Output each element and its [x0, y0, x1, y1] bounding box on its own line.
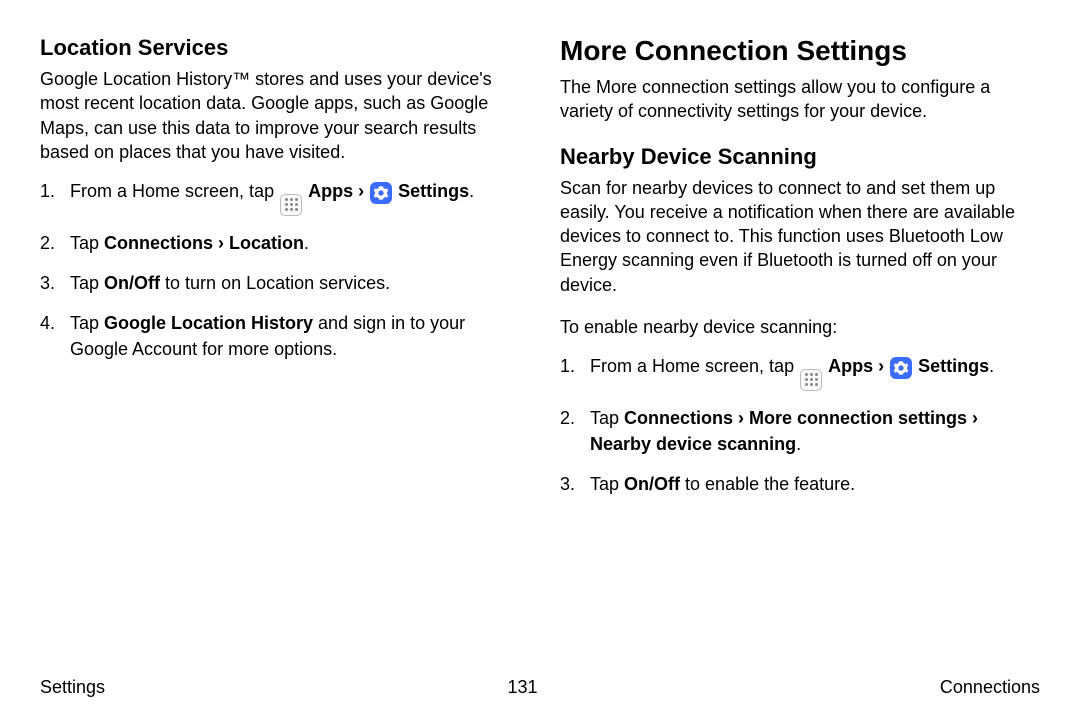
nearby-scanning-steps: From a Home screen, tap Apps › Settings.…	[560, 353, 1040, 497]
left-column: Location Services Google Location Histor…	[40, 35, 520, 511]
text: .	[469, 181, 474, 201]
location-services-intro: Google Location History™ stores and uses…	[40, 67, 520, 164]
apps-icon	[800, 369, 822, 391]
bold-onoff: On/Off	[624, 474, 680, 494]
bold-path: Connections › More connection settings ›…	[590, 408, 978, 454]
text: .	[796, 434, 801, 454]
page-footer: Settings 131 Connections	[40, 677, 1040, 698]
settings-icon	[370, 182, 392, 204]
ls-step-3: Tap On/Off to turn on Location services.	[40, 270, 520, 296]
bold-glh: Google Location History	[104, 313, 313, 333]
ls-step-1: From a Home screen, tap Apps › Settings.	[40, 178, 520, 216]
bold-onoff: On/Off	[104, 273, 160, 293]
enable-intro: To enable nearby device scanning:	[560, 315, 1040, 339]
two-column-layout: Location Services Google Location Histor…	[40, 35, 1040, 511]
ls-step-2: Tap Connections › Location.	[40, 230, 520, 256]
apps-label: Apps	[308, 181, 353, 201]
apps-icon	[280, 194, 302, 216]
ns-step-2: Tap Connections › More connection settin…	[560, 405, 1040, 457]
right-column: More Connection Settings The More connec…	[560, 35, 1040, 511]
text: Tap	[590, 408, 624, 428]
location-services-heading: Location Services	[40, 35, 520, 61]
text: .	[989, 356, 994, 376]
more-connection-intro: The More connection settings allow you t…	[560, 75, 1040, 124]
nearby-scanning-intro: Scan for nearby devices to connect to an…	[560, 176, 1040, 297]
footer-page-number: 131	[507, 677, 537, 698]
bold-path: Connections › Location	[104, 233, 304, 253]
text: to enable the feature.	[680, 474, 855, 494]
apps-label: Apps	[828, 356, 873, 376]
settings-label: Settings	[398, 181, 469, 201]
text: From a Home screen, tap	[590, 356, 799, 376]
nearby-scanning-heading: Nearby Device Scanning	[560, 144, 1040, 170]
text: .	[304, 233, 309, 253]
separator: ›	[873, 356, 889, 376]
text: Tap	[70, 313, 104, 333]
more-connection-heading: More Connection Settings	[560, 35, 1040, 67]
settings-label: Settings	[918, 356, 989, 376]
ls-step-4: Tap Google Location History and sign in …	[40, 310, 520, 362]
settings-icon	[890, 357, 912, 379]
separator: ›	[353, 181, 369, 201]
footer-right: Connections	[940, 677, 1040, 698]
footer-left: Settings	[40, 677, 105, 698]
text: Tap	[70, 233, 104, 253]
ns-step-1: From a Home screen, tap Apps › Settings.	[560, 353, 1040, 391]
text: Tap	[590, 474, 624, 494]
location-services-steps: From a Home screen, tap Apps › Settings.…	[40, 178, 520, 362]
text: Tap	[70, 273, 104, 293]
text: From a Home screen, tap	[70, 181, 279, 201]
text: to turn on Location services.	[160, 273, 390, 293]
ns-step-3: Tap On/Off to enable the feature.	[560, 471, 1040, 497]
